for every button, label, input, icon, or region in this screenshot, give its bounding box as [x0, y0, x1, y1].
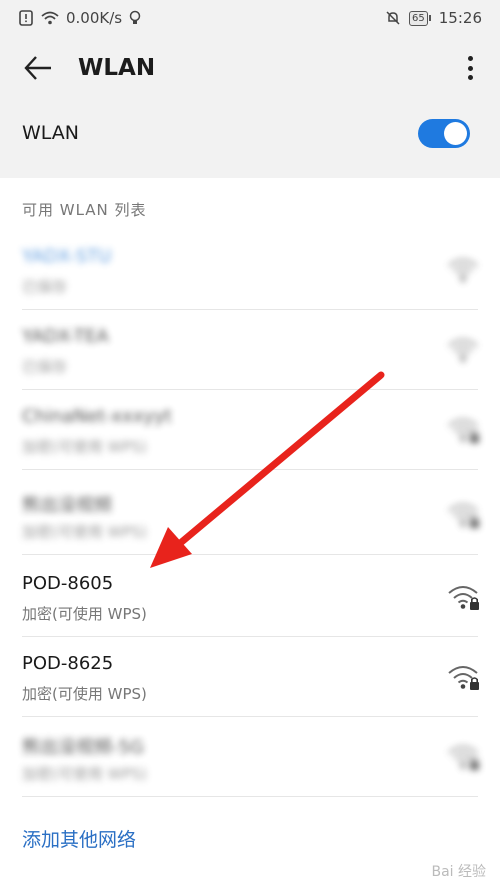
available-networks-header: 可用 WLAN 列表 — [22, 201, 147, 219]
network-item[interactable]: YADX-TEA 已保存 — [0, 310, 500, 390]
more-options-icon[interactable] — [458, 52, 482, 84]
section-divider — [0, 166, 500, 178]
mute-bell-icon — [386, 11, 400, 25]
status-bar: 0.00K/s 65 15:26 — [0, 0, 500, 36]
network-status: 已保存 — [22, 278, 68, 296]
bulb-icon — [129, 10, 141, 24]
wifi-lock-icon — [448, 504, 479, 528]
wlan-toggle-label: WLAN — [22, 122, 80, 144]
network-name: 熊出没视频-5G — [22, 737, 144, 758]
wifi-signal-icon — [448, 259, 478, 282]
network-item[interactable]: YADX-STU 已保存 — [0, 230, 500, 310]
network-speed: 0.00K/s — [66, 9, 123, 27]
wifi-lock-icon — [448, 746, 479, 770]
wifi-signal-icon — [448, 339, 478, 362]
wlan-switch[interactable] — [418, 119, 470, 148]
wifi-lock-icon — [448, 419, 479, 443]
app-bar: WLAN — [0, 36, 500, 100]
wifi-lock-icon — [448, 666, 479, 690]
add-other-network-link[interactable]: 添加其他网络 — [22, 825, 136, 852]
network-status: 已保存 — [22, 358, 68, 376]
wlan-toggle-row[interactable]: WLAN — [0, 100, 500, 166]
alert-icon — [19, 10, 33, 26]
network-name: POD-8625 — [22, 653, 114, 674]
wifi-status-icon — [41, 11, 59, 25]
network-name: 熊出没视频 — [22, 495, 112, 516]
network-name: ChinaNet-xxxyyt — [22, 406, 172, 427]
back-arrow-icon[interactable] — [22, 52, 54, 84]
battery-icon: 65 — [409, 10, 431, 26]
status-right: 65 15:26 — [385, 0, 482, 36]
network-status: 加密(可使用 WPS) — [22, 765, 147, 783]
wifi-lock-icon — [448, 586, 479, 610]
network-item-pod-8625[interactable]: POD-8625 加密(可使用 WPS) — [0, 637, 500, 717]
network-item-pod-8605[interactable]: POD-8605 加密(可使用 WPS) — [0, 557, 500, 637]
network-status: 加密(可使用 WPS) — [22, 523, 147, 541]
network-name: YADX-STU — [22, 246, 112, 267]
network-status: 加密(可使用 WPS) — [22, 605, 147, 623]
switch-knob — [444, 122, 467, 145]
network-name: POD-8605 — [22, 573, 114, 594]
battery-level: 65 — [409, 10, 428, 26]
network-name: YADX-TEA — [22, 326, 109, 347]
clock: 15:26 — [438, 9, 482, 27]
network-item[interactable]: 熊出没视频 加密(可使用 WPS) — [0, 475, 500, 555]
network-status: 加密(可使用 WPS) — [22, 438, 147, 456]
page-title: WLAN — [78, 55, 156, 81]
network-item[interactable]: 熊出没视频-5G 加密(可使用 WPS) — [0, 717, 500, 797]
network-status: 加密(可使用 WPS) — [22, 685, 147, 703]
network-item[interactable]: ChinaNet-xxxyyt 加密(可使用 WPS) — [0, 390, 500, 470]
status-left: 0.00K/s — [18, 0, 142, 36]
watermark: Bai 经验 — [431, 864, 486, 880]
